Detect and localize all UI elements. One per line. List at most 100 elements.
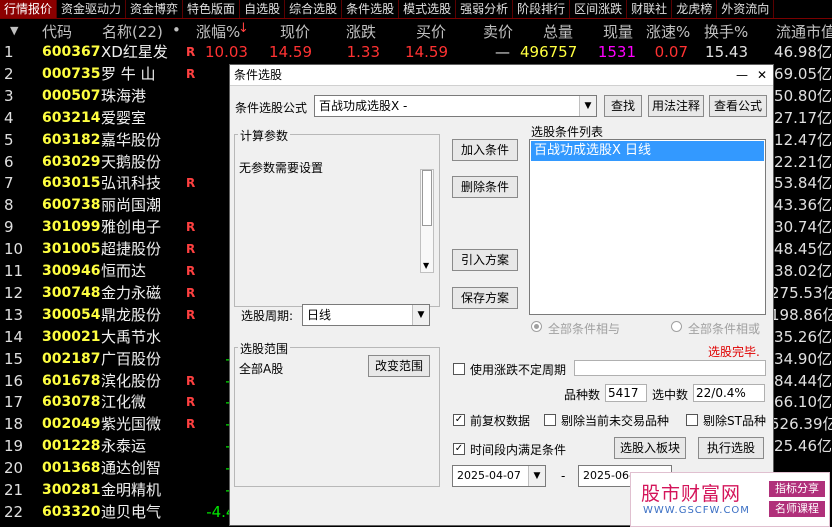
params-scrollbar[interactable]: ▼ <box>420 169 434 273</box>
dialog-titlebar: 条件选股 — ✕ <box>230 65 773 86</box>
radio-or[interactable] <box>671 321 682 332</box>
col-code[interactable]: 代码 <box>42 21 72 42</box>
row-number: 5 <box>4 130 14 149</box>
to-block-button[interactable]: 选股入板块 <box>614 437 686 459</box>
condition-list[interactable]: 百战功成选股X 日线 <box>529 139 766 315</box>
tab-10[interactable]: 区间涨跌 <box>570 0 628 18</box>
stock-code: 300281 <box>42 482 101 498</box>
stock-code: 600367 <box>42 44 101 60</box>
time-period-label: 时间段内满足条件 <box>470 443 567 457</box>
usage-note-button[interactable]: 用法注释 <box>648 95 704 117</box>
prefq-checkbox[interactable]: ✓ <box>453 414 465 426</box>
market-cap: 69.05亿 <box>774 64 832 83</box>
radio-and[interactable] <box>531 321 542 332</box>
table-row[interactable]: 1 600367 XD红星发 R 10.03 14.59 1.33 14.59 — 496757 1… <box>0 41 832 63</box>
stock-name: 弘讯科技 <box>101 174 162 193</box>
market-cap: 25.46亿 <box>774 437 832 456</box>
chevron-down-icon[interactable]: ▼ <box>579 96 596 116</box>
tab-11[interactable]: 财联社 <box>627 0 673 18</box>
tab-2[interactable]: 资金博弈 <box>126 0 184 18</box>
stock-code: 300946 <box>42 263 101 279</box>
minimize-icon[interactable]: — <box>735 65 749 86</box>
stock-code: 000507 <box>42 87 101 104</box>
col-turn[interactable]: 换手% <box>704 21 748 42</box>
add-condition-button[interactable]: 加入条件 <box>452 139 518 161</box>
stock-name: 迪贝电气 <box>101 502 162 521</box>
col-cur[interactable]: 现量 <box>603 21 633 42</box>
col-name[interactable]: 名称(22) <box>102 21 163 42</box>
chevron-down-icon[interactable]: ▼ <box>412 305 429 325</box>
market-cap: 22.21亿 <box>774 152 832 171</box>
stock-name: 超捷股份 <box>101 240 162 259</box>
exclude-untraded-checkbox[interactable] <box>544 414 556 426</box>
search-button[interactable]: 查找 <box>604 95 642 117</box>
turnover: 15.43 <box>705 43 748 61</box>
tab-8[interactable]: 强弱分析 <box>456 0 514 18</box>
tab-9[interactable]: 阶段排行 <box>513 0 571 18</box>
change-range-button[interactable]: 改变范围 <box>368 355 430 377</box>
stock-name: 珠海港 <box>101 86 147 105</box>
margin-flag: R <box>186 373 196 388</box>
exclude-st-checkbox[interactable] <box>686 414 698 426</box>
market-cap: 12.47亿 <box>774 130 832 149</box>
execute-button[interactable]: 执行选股 <box>698 437 764 459</box>
date-from-value: 2025-04-07 <box>457 469 521 482</box>
sort-arrow-icon[interactable]: ▼ <box>10 24 18 37</box>
tab-7[interactable]: 模式选股 <box>399 0 457 18</box>
col-vol[interactable]: 总量 <box>543 21 573 42</box>
stock-name: 嘉华股份 <box>101 130 162 149</box>
col-mcap[interactable]: 流通市值 <box>776 21 832 42</box>
params-group-label: 计算参数 <box>238 127 291 144</box>
watermark-tag1: 指标分享 <box>769 481 825 497</box>
tab-12[interactable]: 龙虎榜 <box>672 0 718 18</box>
exclude-st-label: 剔除ST品种 <box>703 414 766 428</box>
market-cap: 526.39亿 <box>770 415 832 434</box>
stock-name: 丽尚国潮 <box>101 196 162 215</box>
formula-select[interactable]: 百战功成选股X - ▼ <box>314 95 597 117</box>
uncertain-period-checkbox[interactable] <box>453 363 465 375</box>
params-text: 无参数需要设置 <box>239 161 324 175</box>
radio-or-label: 全部条件相或 <box>688 322 761 336</box>
col-sell[interactable]: 卖价 <box>483 21 513 42</box>
stock-name: 金力永磁 <box>101 283 162 302</box>
col-spd[interactable]: 涨速% <box>646 21 690 42</box>
ask-price: — <box>495 43 510 61</box>
scrollbar-thumb[interactable] <box>422 170 432 226</box>
uncertain-period-field[interactable] <box>574 360 766 376</box>
tab-0[interactable]: 行情报价 <box>0 0 58 18</box>
col-price[interactable]: 现价 <box>280 21 310 42</box>
row-number: 2 <box>4 64 14 83</box>
tab-3[interactable]: 特色版面 <box>183 0 241 18</box>
tab-13[interactable]: 外资流向 <box>717 0 775 18</box>
chevron-down-icon[interactable]: ▼ <box>528 466 545 486</box>
formula-label: 条件选股公式 <box>235 101 308 115</box>
close-icon[interactable]: ✕ <box>755 65 769 86</box>
period-select[interactable]: 日线 ▼ <box>302 304 430 326</box>
view-formula-button[interactable]: 查看公式 <box>709 95 767 117</box>
tab-4[interactable]: 自选股 <box>240 0 286 18</box>
scroll-down-icon[interactable]: ▼ <box>423 261 429 270</box>
col-pct[interactable]: 涨幅% <box>196 21 240 42</box>
tab-1[interactable]: 资金驱动力 <box>57 0 127 18</box>
time-period-checkbox[interactable]: ✓ <box>453 443 465 455</box>
delete-condition-button[interactable]: 删除条件 <box>452 176 518 198</box>
row-number: 22 <box>4 502 24 521</box>
save-plan-button[interactable]: 保存方案 <box>452 287 518 309</box>
tab-6[interactable]: 条件选股 <box>342 0 400 18</box>
market-cap: 34.90亿 <box>774 349 832 368</box>
col-chg[interactable]: 涨跌 <box>346 21 376 42</box>
import-plan-button[interactable]: 引入方案 <box>452 249 518 271</box>
condition-list-item[interactable]: 百战功成选股X 日线 <box>531 141 764 161</box>
row-number: 18 <box>4 415 24 434</box>
total-volume: 496757 <box>520 43 578 61</box>
row-number: 10 <box>4 240 24 259</box>
market-cap: 275.53亿 <box>770 283 832 302</box>
tab-5[interactable]: 综合选股 <box>285 0 343 18</box>
period-label: 选股周期: <box>241 309 294 323</box>
row-number: 8 <box>4 196 14 215</box>
col-buy[interactable]: 买价 <box>416 21 446 42</box>
date-from-field[interactable]: 2025-04-07 ▼ <box>452 465 546 487</box>
row-number: 1 <box>4 43 14 61</box>
stock-name: 通达创智 <box>101 459 162 478</box>
row-number: 9 <box>4 218 14 237</box>
